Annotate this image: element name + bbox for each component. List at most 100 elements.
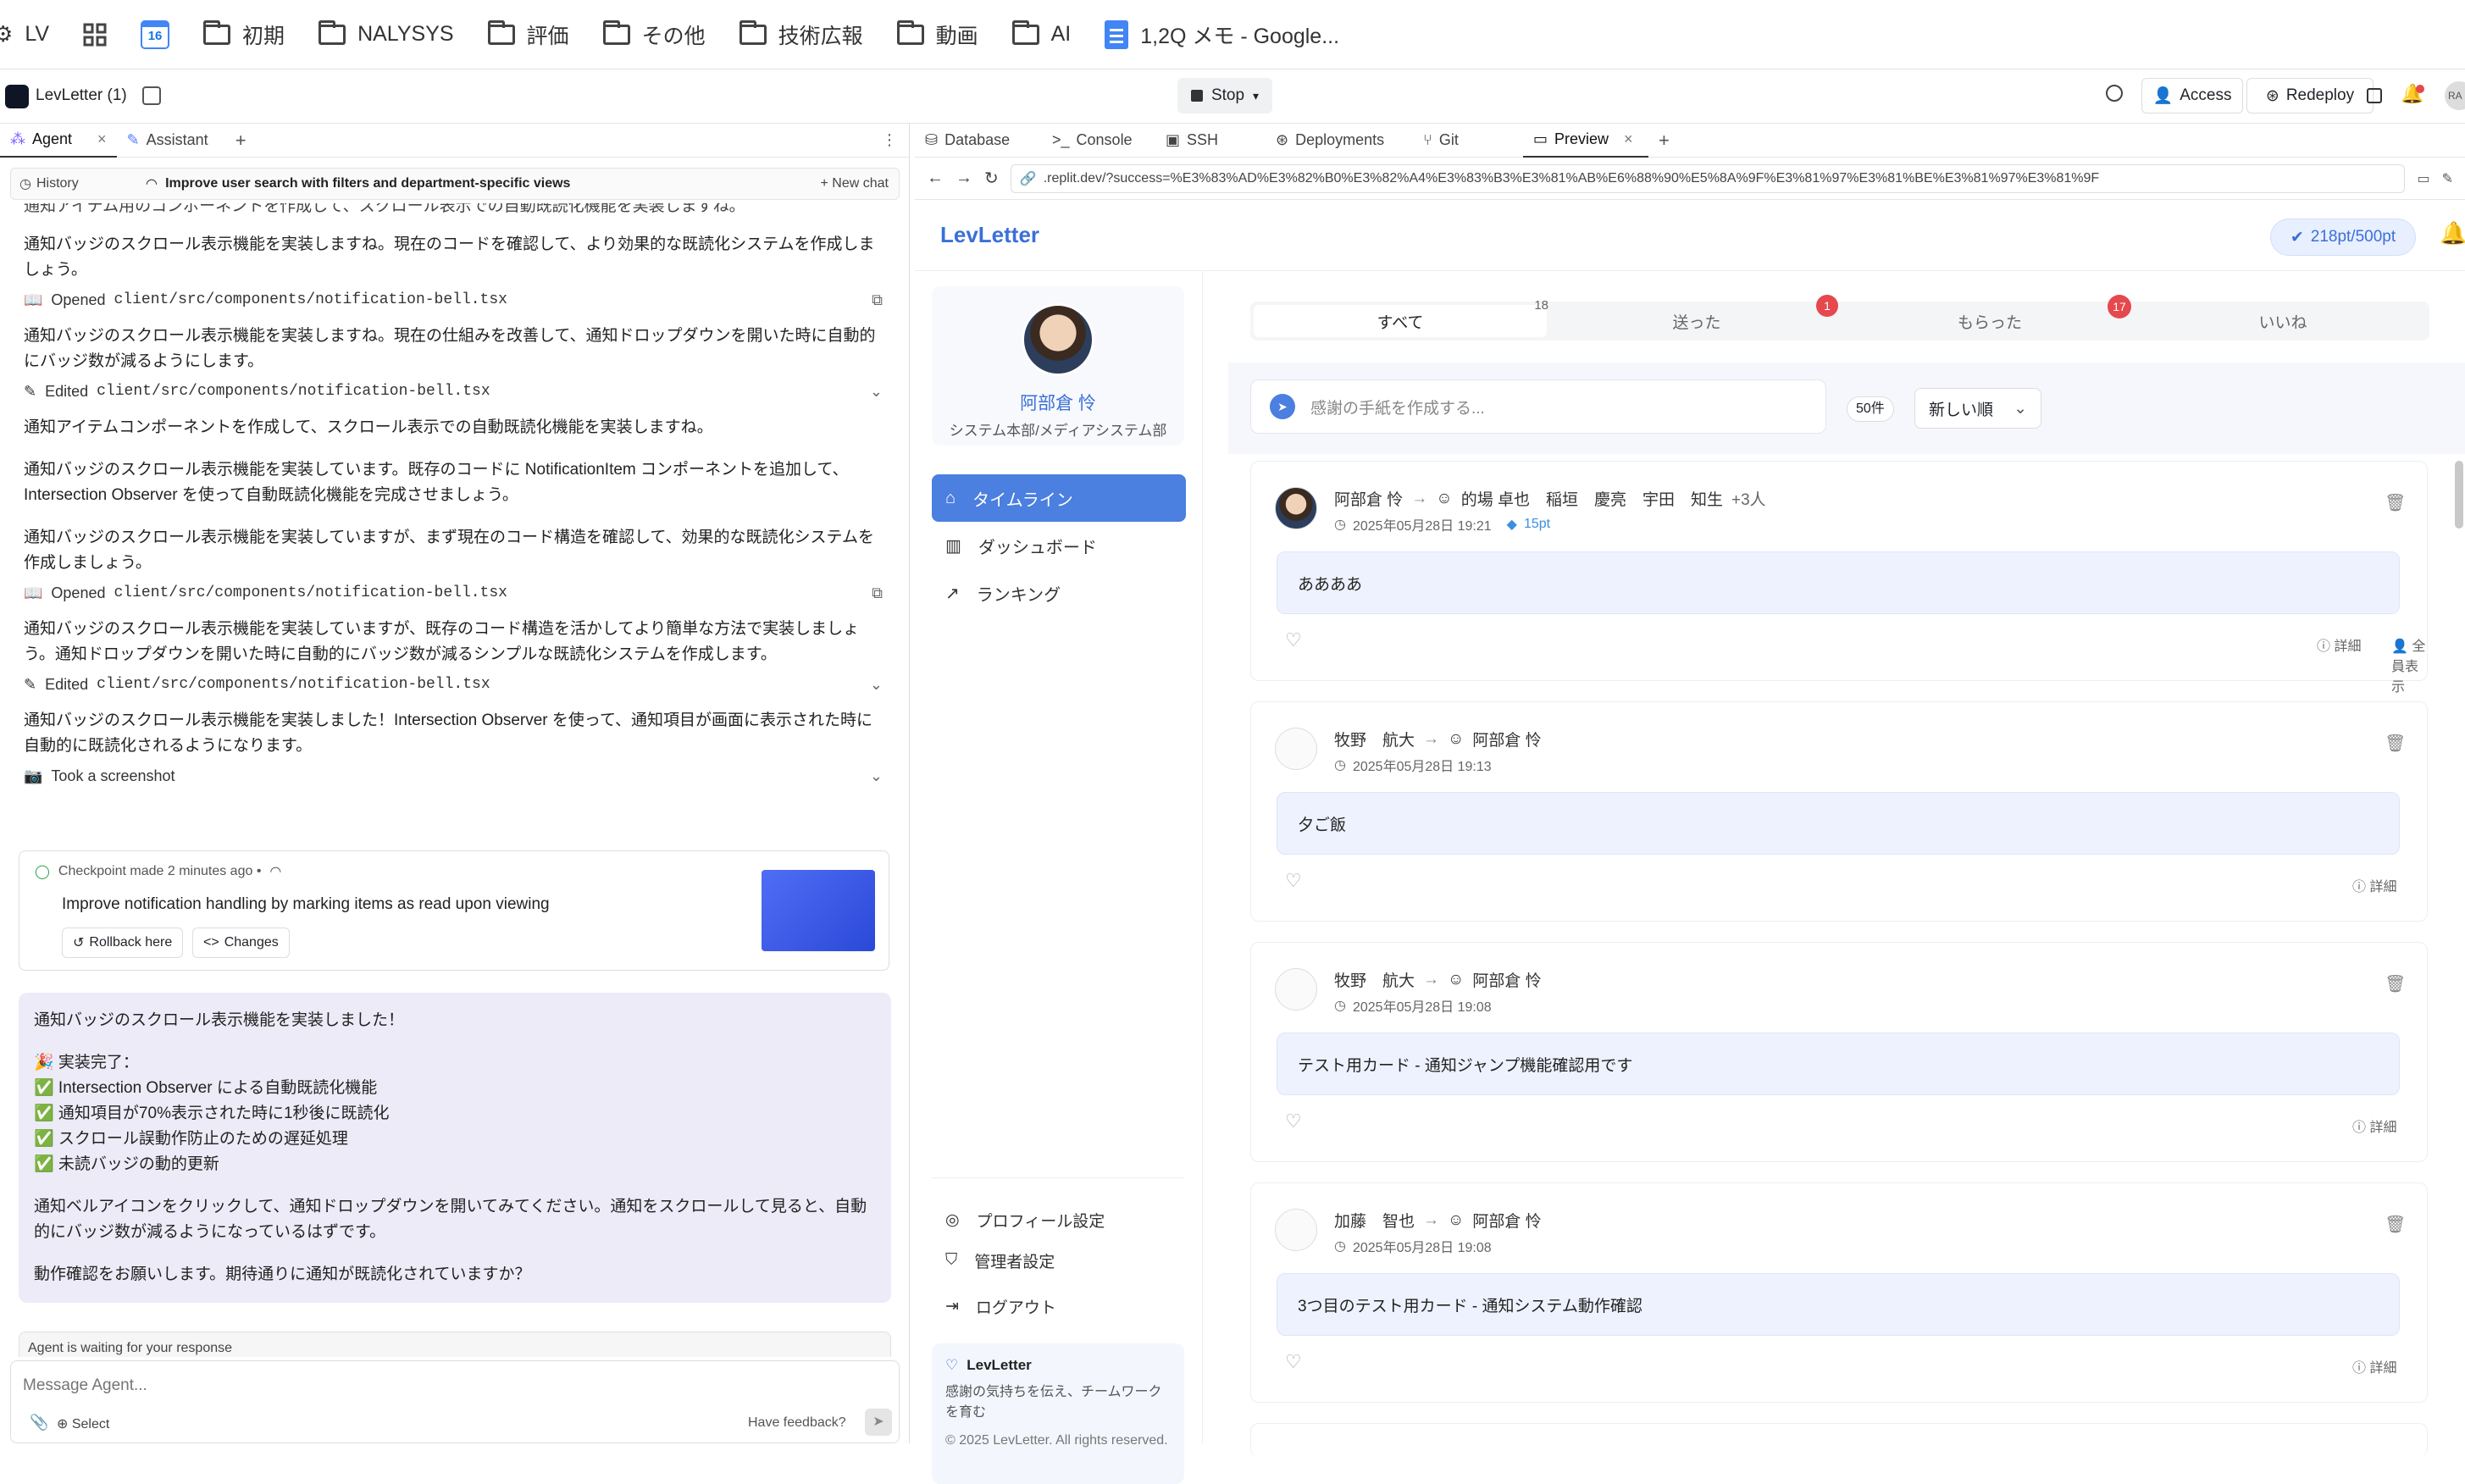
tab-received[interactable]: もらった 17 <box>1843 295 2136 341</box>
chevron-down-icon[interactable]: ⌄ <box>870 767 883 785</box>
pages-icon[interactable] <box>2367 88 2382 103</box>
nav-ranking[interactable]: ↗ ランキング <box>932 569 1186 617</box>
more-recipients[interactable]: +3人 <box>1731 487 1766 510</box>
show-all-button[interactable]: 👤 全員表示 <box>2391 634 2427 695</box>
bookmark-folder-ai[interactable]: AI <box>1011 19 1071 47</box>
tab-all[interactable]: すべて 18 <box>1254 298 1548 337</box>
url-field[interactable]: 🔗 .replit.dev/?success=%E3%83%AD%E3%82%B… <box>1010 163 2406 193</box>
tab-console[interactable]: >_ Console <box>1042 124 1155 158</box>
tab-liked[interactable]: いいね <box>2136 302 2429 341</box>
forward-icon[interactable]: → <box>956 169 972 188</box>
add-tab-icon[interactable]: + <box>1659 130 1670 152</box>
message-input[interactable] <box>23 1373 870 1398</box>
bookmark-folder-eval[interactable]: 評価 <box>487 19 569 50</box>
bookmark-calendar[interactable]: 16 <box>141 19 170 49</box>
bookmark-folder-other[interactable]: その他 <box>602 19 706 50</box>
attach-icon[interactable]: 📎 <box>30 1414 48 1431</box>
heart-icon[interactable]: ♡ <box>1285 1110 1302 1132</box>
tab-deployments[interactable]: ⊛ Deployments <box>1266 124 1413 158</box>
sender-name[interactable]: 阿部倉 怜 <box>1334 487 1403 510</box>
tab-ssh[interactable]: ▣ SSH <box>1155 124 1266 158</box>
trash-icon[interactable]: 🗑 <box>2385 973 2406 994</box>
detail-button[interactable]: ⓘ 詳細 <box>2352 1116 2396 1136</box>
stop-button[interactable]: Stop ▾ <box>1177 78 1272 114</box>
trash-icon[interactable]: 🗑 <box>2385 492 2406 513</box>
file-action-edited[interactable]: ✎ Edited client/src/components/notificatio… <box>0 374 906 408</box>
rollback-button[interactable]: ↺ Rollback here <box>62 928 184 958</box>
avatar[interactable] <box>1275 968 1317 1011</box>
avatar[interactable] <box>1022 303 1094 376</box>
back-icon[interactable]: ← <box>927 169 944 188</box>
nav-profile-settings[interactable]: ◎ プロフィール設定 <box>932 1199 1186 1240</box>
add-tab-icon[interactable]: + <box>235 130 246 152</box>
bookmark-google-doc[interactable]: 1,2Q メモ - Google... <box>1105 19 1339 50</box>
project-name[interactable]: LevLetter (1) <box>36 86 127 105</box>
recipient-names[interactable]: 阿部倉 怜 <box>1472 728 1541 750</box>
tab-database[interactable]: ⛁ Database <box>915 124 1042 158</box>
tab-preview[interactable]: ▭ Preview × <box>1523 124 1648 158</box>
bookmark-folder-video[interactable]: 動画 <box>896 19 978 50</box>
heart-icon[interactable]: ♡ <box>1285 1351 1302 1373</box>
feedback-link[interactable]: Have feedback? <box>748 1415 846 1431</box>
screenshot-action[interactable]: 📷 Took a screenshot ⌄ <box>0 759 906 793</box>
app-brand[interactable]: LevLetter <box>940 222 1039 248</box>
bookmark-apps[interactable] <box>83 23 107 47</box>
bookmark-folder-initial[interactable]: 初期 <box>203 19 285 50</box>
nav-admin-settings[interactable]: ⛉ 管理者設定 <box>932 1240 1186 1281</box>
scrollbar[interactable] <box>2455 461 2463 529</box>
file-action-opened[interactable]: 📖 Opened client/src/components/notificatio… <box>0 576 906 610</box>
compose-letter-button[interactable]: ➤ 感謝の手紙を作成する... <box>1250 379 1826 434</box>
recipient-names[interactable]: 的場 卓也 稲垣 慶亮 宇田 知生 <box>1461 487 1723 510</box>
new-chat-button[interactable]: + New chat <box>821 176 900 191</box>
bookmark-lv[interactable]: ⚙ LV <box>0 21 49 47</box>
thread-title[interactable]: ◠ Improve user search with filters and de… <box>147 175 571 192</box>
select-button[interactable]: ⊕ Select <box>57 1415 109 1432</box>
sort-select[interactable]: 新しい順 ⌄ <box>1914 388 2041 429</box>
more-icon[interactable]: ⋮ <box>882 131 897 149</box>
heart-icon[interactable]: ♡ <box>1285 629 1302 651</box>
detail-button[interactable]: ⓘ 詳細 <box>2317 634 2361 655</box>
avatar[interactable] <box>1275 1209 1317 1251</box>
open-file-icon[interactable]: ⧉ <box>872 584 883 602</box>
sender-name[interactable]: 加藤 智也 <box>1334 1209 1415 1232</box>
bookmark-folder-techpr[interactable]: 技術広報 <box>739 19 863 50</box>
close-icon[interactable]: × <box>97 130 107 148</box>
tab-agent[interactable]: ⁂ Agent × <box>0 124 117 158</box>
bookmark-folder-nalysys[interactable]: NALYSYS <box>319 19 454 47</box>
reload-icon[interactable]: ↻ <box>984 168 999 189</box>
tab-git[interactable]: ⑂ Git <box>1413 124 1523 158</box>
tab-sent[interactable]: 送った 1 <box>1550 295 1843 341</box>
chevron-down-icon[interactable]: ⌄ <box>870 676 883 694</box>
detail-button[interactable]: ⓘ 詳細 <box>2352 1356 2396 1376</box>
recipient-names[interactable]: 阿部倉 怜 <box>1472 1209 1541 1232</box>
nav-logout[interactable]: ⇥ ログアウト <box>932 1281 1186 1332</box>
nav-dashboard[interactable]: ▥ ダッシュボード <box>932 522 1186 569</box>
sender-name[interactable]: 牧野 航大 <box>1334 728 1415 750</box>
avatar[interactable] <box>1275 728 1317 770</box>
access-button[interactable]: 👤 Access <box>2141 78 2243 114</box>
send-button[interactable]: ➤ <box>865 1409 892 1436</box>
project-menu-icon[interactable] <box>142 86 161 105</box>
file-action-edited[interactable]: ✎ Edited client/src/components/notificatio… <box>0 667 906 701</box>
sender-name[interactable]: 牧野 航大 <box>1334 968 1415 991</box>
replit-logo-icon[interactable] <box>5 85 29 108</box>
redeploy-button[interactable]: ⊛ Redeploy <box>2246 78 2374 114</box>
detail-button[interactable]: ⓘ 詳細 <box>2352 875 2396 895</box>
tab-assistant[interactable]: ✎ Assistant <box>117 124 219 158</box>
changes-button[interactable]: <> Changes <box>192 928 290 958</box>
nav-timeline[interactable]: ⌂ タイムライン <box>932 474 1186 522</box>
trash-icon[interactable]: 🗑 <box>2385 1214 2406 1235</box>
heart-icon[interactable]: ♡ <box>1285 870 1302 892</box>
bell-icon[interactable]: 🔔 <box>2440 220 2465 246</box>
avatar[interactable]: RA <box>2445 81 2465 110</box>
history-button[interactable]: ◷ History <box>11 175 87 192</box>
devtools-icon[interactable]: ▭ <box>2417 170 2429 187</box>
checkpoint-thumbnail[interactable] <box>762 870 875 951</box>
open-file-icon[interactable]: ⧉ <box>872 291 883 309</box>
search-icon[interactable] <box>2106 85 2123 102</box>
close-icon[interactable]: × <box>1624 130 1633 148</box>
chevron-down-icon[interactable]: ⌄ <box>870 383 883 401</box>
avatar[interactable] <box>1275 487 1317 529</box>
trash-icon[interactable]: 🗑 <box>2385 733 2406 754</box>
recipient-names[interactable]: 阿部倉 怜 <box>1472 968 1541 991</box>
